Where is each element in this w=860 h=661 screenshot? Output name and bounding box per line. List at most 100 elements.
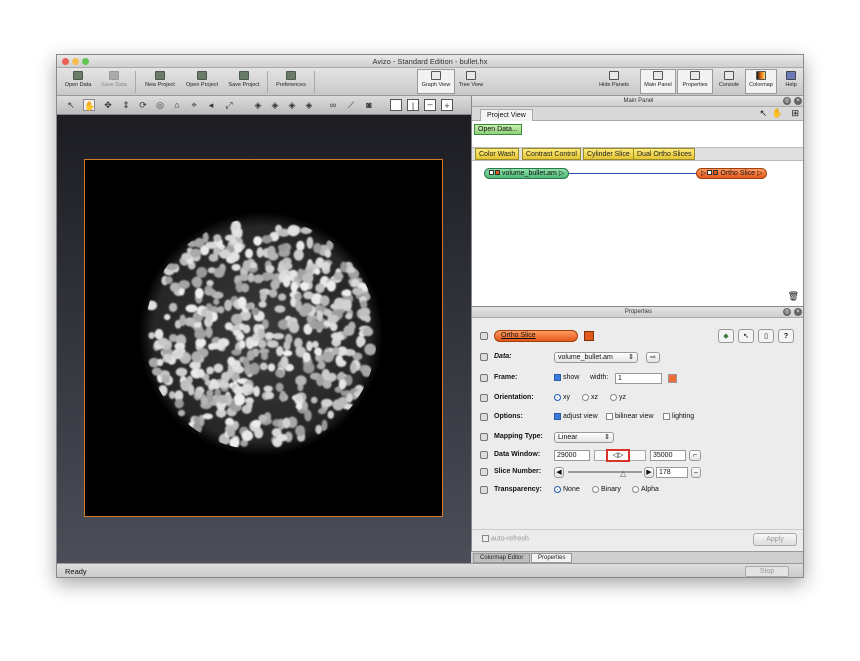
auto-layout-icon[interactable]: ⊞ [791, 108, 799, 119]
dolly-icon[interactable]: ⇕ [120, 99, 132, 111]
project-graph[interactable]: volume_bullet.am ▷ ▷ Ortho Slice ▷ 🗑 [472, 162, 803, 304]
close-window-icon[interactable] [62, 58, 69, 65]
transparency-none-radio[interactable]: None [554, 483, 580, 497]
lighting-checkbox[interactable]: lighting [663, 410, 694, 424]
view-x-icon[interactable]: ◈ [252, 99, 264, 111]
interact-hand-icon[interactable]: ✋ [83, 99, 95, 111]
trash-icon[interactable]: ▯ [758, 329, 774, 343]
slice-next-icon[interactable]: ▶ [644, 467, 654, 478]
grain [204, 379, 211, 386]
slice-number-menu-icon[interactable]: – [691, 467, 701, 478]
cube-icon[interactable]: ◆ [718, 329, 734, 343]
bilinear-view-checkbox[interactable]: bilinear view [606, 410, 654, 424]
detach-panel-icon[interactable]: ◎ [783, 97, 791, 105]
transparency-binary-radio[interactable]: Binary [592, 483, 621, 497]
grain [266, 340, 279, 348]
mapping-type-select[interactable]: Linear ⇕ [554, 432, 614, 443]
hand-icon[interactable]: ✋ [772, 108, 783, 119]
colormap-button[interactable]: Colormap [745, 69, 777, 94]
open-data-module-button[interactable]: Open Data... [474, 124, 522, 135]
slice-prev-icon[interactable]: ◀ [554, 467, 564, 478]
orientation-yz-radio[interactable]: yz [610, 391, 626, 405]
select-pointer-icon[interactable]: ↖ [759, 108, 767, 119]
properties-button[interactable]: Properties [677, 69, 713, 94]
orientation-xz-radio[interactable]: xz [582, 391, 598, 405]
pointer-icon[interactable]: ↖ [65, 99, 77, 111]
view-xyz-icon[interactable]: ◈ [303, 99, 315, 111]
slice-number-slider[interactable] [568, 471, 642, 473]
view-y-icon[interactable]: ◈ [269, 99, 281, 111]
transparency-alpha-radio[interactable]: Alpha [632, 483, 659, 497]
graph-view-button[interactable]: Graph View [417, 69, 455, 94]
module-color-swatch[interactable] [584, 331, 594, 341]
zoom-window-icon[interactable] [82, 58, 89, 65]
frame-color-swatch[interactable] [668, 374, 677, 383]
checkbox-icon [554, 373, 561, 381]
translate-icon[interactable]: ✥ [102, 99, 114, 111]
save-project-button[interactable]: Save Project [224, 70, 264, 94]
color-wash-button[interactable]: Color Wash [475, 148, 520, 160]
dual-ortho-slices-button[interactable]: Dual Ortho Slices [633, 148, 696, 160]
main-panel-button[interactable]: Main Panel [640, 69, 676, 94]
measure-icon[interactable]: ⤢ [223, 99, 235, 111]
view-z-icon[interactable]: ◈ [286, 99, 298, 111]
tab-properties[interactable]: Properties [531, 553, 573, 563]
layout-single-icon[interactable] [390, 99, 402, 111]
home-icon[interactable]: ⌂ [171, 99, 183, 111]
data-node[interactable]: volume_bullet.am ▷ [484, 168, 570, 179]
help-icon[interactable]: ? [778, 329, 794, 343]
save-data-button[interactable]: Save Data [97, 70, 131, 94]
data-window-min-input[interactable]: 29000 [554, 450, 590, 461]
minimize-window-icon[interactable] [72, 58, 79, 65]
perspective-icon[interactable]: ⟋ [345, 99, 357, 111]
ortho-slice-node[interactable]: ▷ Ortho Slice ▷ [696, 168, 768, 179]
auto-refresh-checkbox[interactable]: auto-refresh [482, 535, 529, 542]
stop-button[interactable]: Stop [745, 566, 789, 577]
slice-number-input[interactable]: 178 [656, 467, 688, 478]
pointer-icon[interactable]: ↖ [738, 329, 754, 343]
tab-project-view[interactable]: Project View [480, 109, 533, 121]
preferences-button[interactable]: Preferences [271, 70, 311, 94]
contrast-control-button[interactable]: Contrast Control [522, 148, 581, 160]
3d-viewer[interactable] [57, 115, 471, 563]
rotate-icon[interactable]: ⟳ [137, 99, 149, 111]
close-properties-icon[interactable]: × [794, 308, 802, 316]
grain [310, 396, 318, 404]
slider-thumb-icon[interactable]: △ [620, 467, 626, 481]
detach-properties-icon[interactable]: ◎ [783, 308, 791, 316]
orientation-xy-radio[interactable]: xy [554, 391, 570, 405]
set-home-icon[interactable]: ⌖ [188, 99, 200, 111]
console-button[interactable]: Console [714, 70, 744, 94]
data-window-menu-icon[interactable]: ⌐ [689, 450, 701, 461]
open-data-button[interactable]: Open Data [60, 70, 96, 94]
layout-quad-icon[interactable]: + [441, 99, 453, 111]
data-select[interactable]: volume_bullet.am ⇕ [554, 352, 638, 363]
ortho-slice-render[interactable] [84, 159, 443, 517]
close-panel-icon[interactable]: × [794, 97, 802, 105]
layout-hsplit-icon[interactable]: – [424, 99, 436, 111]
grain [277, 244, 287, 252]
tree-view-button[interactable]: Tree View [456, 70, 486, 94]
frame-show-checkbox[interactable]: show [554, 371, 579, 385]
view-all-icon[interactable]: ◂ [205, 99, 217, 111]
data-window-max-input[interactable]: 35000 [650, 450, 686, 461]
hide-panels-button[interactable]: Hide Panels [595, 70, 633, 94]
tab-colormap-editor[interactable]: Colormap Editor [473, 553, 531, 563]
visibility-toggle-icon[interactable] [489, 170, 494, 175]
go-to-data-icon[interactable]: ⇨ [646, 352, 660, 363]
open-project-button[interactable]: Open Project [181, 70, 223, 94]
new-project-button[interactable]: New Project [140, 70, 180, 94]
cylinder-slice-button[interactable]: Cylinder Slice [583, 148, 634, 160]
visibility-toggle-icon[interactable] [707, 170, 713, 175]
range-handle-icon[interactable]: ◁▷ [606, 449, 630, 462]
adjust-view-checkbox[interactable]: adjust view [554, 410, 598, 424]
seek-icon[interactable]: ◎ [154, 99, 166, 111]
help-button[interactable]: Help [780, 70, 802, 94]
frame-width-input[interactable]: 1 [615, 373, 662, 384]
snapshot-icon[interactable]: ◙ [363, 99, 375, 111]
layout-split-icon[interactable]: | [407, 99, 419, 111]
trash-icon[interactable]: 🗑 [788, 291, 799, 302]
module-name-badge[interactable]: Ortho Slice [494, 330, 578, 342]
stereo-icon[interactable]: ∞ [327, 99, 339, 111]
apply-button[interactable]: Apply [753, 533, 797, 546]
